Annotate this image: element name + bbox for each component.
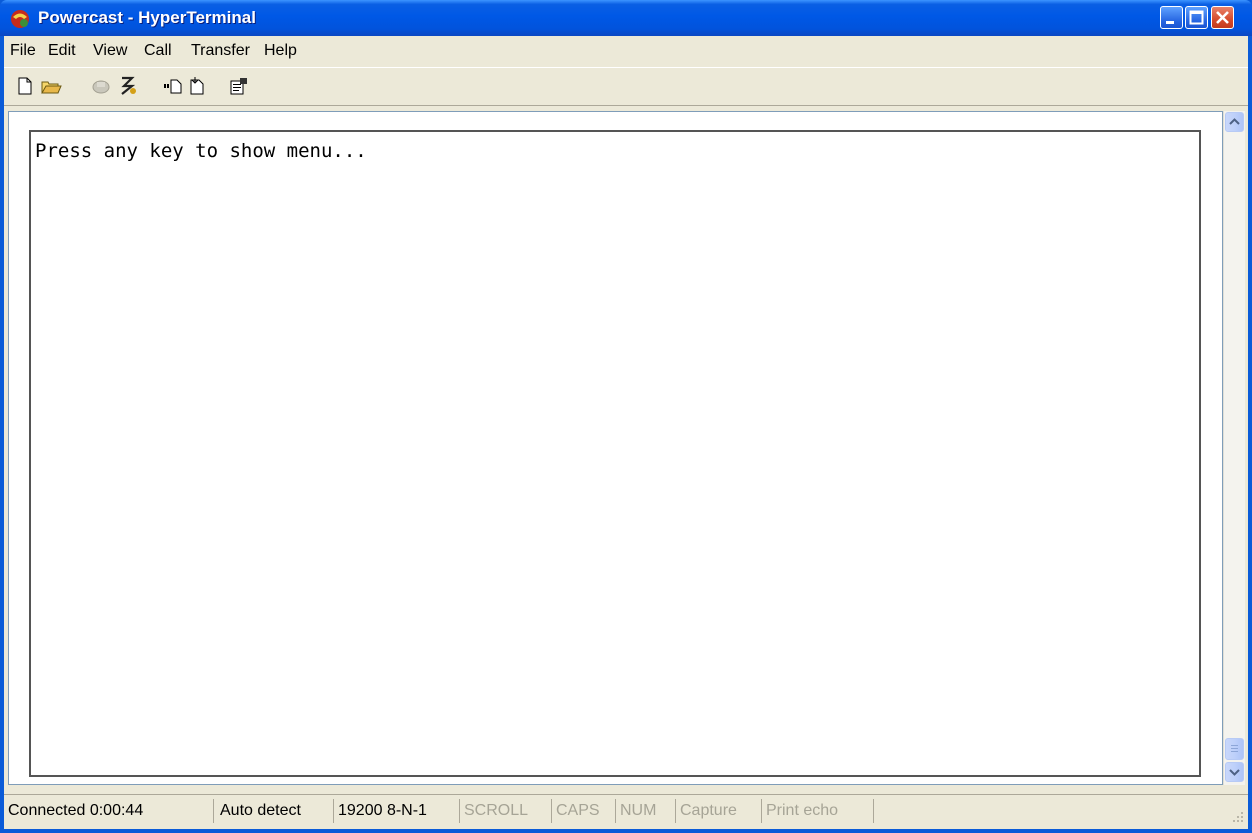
terminal-output: Press any key to show menu... (35, 140, 367, 162)
disconnect-icon[interactable] (116, 75, 138, 97)
terminal-area[interactable]: Press any key to show menu... (8, 111, 1223, 785)
status-scroll: SCROLL (460, 799, 552, 823)
app-window: Powercast - HyperTerminal File Edit View… (0, 0, 1252, 833)
terminal-screen[interactable]: Press any key to show menu... (29, 130, 1201, 777)
close-button[interactable] (1211, 6, 1234, 29)
maximize-button[interactable] (1185, 6, 1208, 29)
status-bar: Connected 0:00:44 Auto detect 19200 8-N-… (4, 794, 1248, 826)
send-icon[interactable] (162, 75, 184, 97)
status-print-echo: Print echo (762, 799, 874, 823)
title-bar[interactable]: Powercast - HyperTerminal (0, 0, 1252, 36)
scroll-thumb[interactable] (1225, 738, 1244, 760)
status-capture: Capture (676, 799, 762, 823)
receive-icon[interactable] (186, 75, 208, 97)
minimize-button[interactable] (1160, 6, 1183, 29)
status-caps: CAPS (552, 799, 616, 823)
properties-icon[interactable] (228, 75, 250, 97)
resize-grip-icon[interactable] (1232, 810, 1244, 822)
status-connected: Connected 0:00:44 (4, 799, 214, 823)
open-icon[interactable] (40, 75, 62, 97)
client-area: File Edit View Call Transfer Help Press … (4, 36, 1248, 829)
vertical-scrollbar[interactable] (1223, 111, 1245, 785)
menu-help[interactable]: Help (264, 42, 297, 60)
new-icon[interactable] (14, 75, 36, 97)
menu-file[interactable]: File (10, 42, 36, 60)
menu-edit[interactable]: Edit (48, 42, 76, 60)
status-settings: 19200 8-N-1 (334, 799, 460, 823)
scroll-up-button[interactable] (1225, 112, 1244, 132)
window-title: Powercast - HyperTerminal (38, 8, 256, 27)
menu-bar: File Edit View Call Transfer Help (4, 36, 1248, 66)
call-icon[interactable] (90, 75, 112, 97)
menu-call[interactable]: Call (144, 42, 172, 60)
menu-view[interactable]: View (93, 42, 127, 60)
status-detect: Auto detect (216, 799, 334, 823)
toolbar (4, 67, 1248, 106)
scroll-down-button[interactable] (1225, 762, 1244, 782)
status-num: NUM (616, 799, 676, 823)
hyperterminal-phone-icon[interactable] (9, 8, 31, 30)
menu-transfer[interactable]: Transfer (191, 42, 250, 60)
